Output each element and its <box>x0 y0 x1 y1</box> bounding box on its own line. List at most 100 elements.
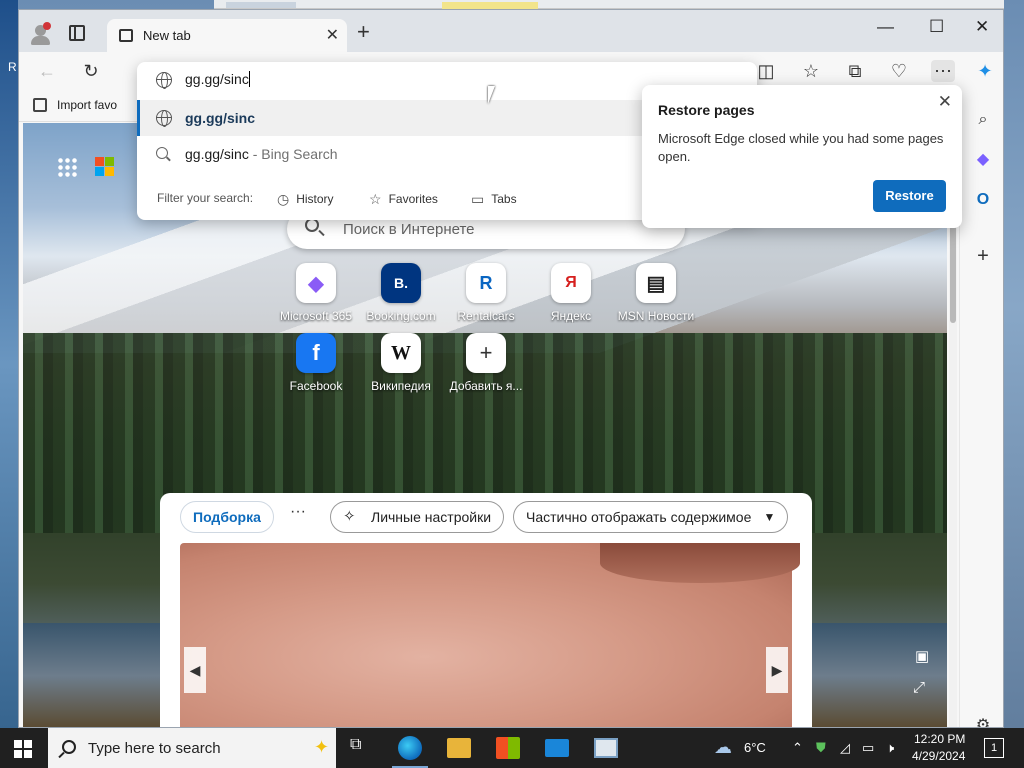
quick-link-yandex[interactable]: Я Яндекс <box>526 263 616 323</box>
restore-pages-popup: Restore pages ✕ Microsoft Edge closed wh… <box>642 85 962 228</box>
display-icon[interactable]: ▭ <box>862 740 874 756</box>
search-icon <box>156 147 168 159</box>
filter-favorites[interactable]: ☆ Favorites <box>369 191 438 208</box>
quick-link-wikipedia[interactable]: W Википедия <box>356 333 446 393</box>
quick-link-label: Rentalcars <box>457 309 515 323</box>
facebook-icon: f <box>296 333 336 373</box>
edge-sidebar: ⌕ ◆ O + ⚙ <box>959 90 1003 727</box>
refresh-icon[interactable]: ↻ <box>79 60 103 82</box>
minimize-button[interactable]: — <box>877 17 894 37</box>
settings-more-icon[interactable]: ⋯ <box>931 60 955 82</box>
carousel-next-icon[interactable]: ▶ <box>766 647 788 693</box>
quick-link-facebook[interactable]: f Facebook <box>271 333 361 393</box>
quick-link-add[interactable]: + Добавить я... <box>441 333 531 393</box>
sidebar-copilot-icon[interactable]: ◆ <box>973 150 993 170</box>
globe-icon <box>156 72 172 89</box>
security-shield-icon[interactable]: ⛊ <box>816 740 826 756</box>
clock-date[interactable]: 4/29/2024 <box>912 749 965 763</box>
tab-new-tab[interactable]: New tab ✕ <box>107 19 347 52</box>
tab-close-icon[interactable]: ✕ <box>326 25 339 45</box>
carousel-prev-icon[interactable]: ◀ <box>184 647 206 693</box>
feed-hero-image[interactable] <box>180 543 800 727</box>
filter-history[interactable]: ◷ History <box>277 191 334 208</box>
profile-avatar-icon[interactable] <box>29 22 53 46</box>
quick-link-booking[interactable]: B. Booking.com <box>356 263 446 323</box>
content-visibility-dropdown[interactable]: Частично отображать содержимое ▼ <box>513 501 789 533</box>
tab-actions-icon[interactable] <box>69 25 85 41</box>
copilot-icon[interactable]: ✦ <box>973 60 997 82</box>
restore-button[interactable]: Restore <box>873 180 946 212</box>
rentalcars-icon: R <box>466 263 506 303</box>
search-icon <box>305 218 319 232</box>
new-tab-page-icon <box>119 29 133 42</box>
expand-icon[interactable]: ⤢ <box>913 679 925 696</box>
search-highlight-icon: ✦ <box>314 737 330 757</box>
tab-title: New tab <box>143 28 191 43</box>
file-explorer-icon[interactable] <box>447 738 471 758</box>
suggestion-text: gg.gg/sinc <box>185 110 255 126</box>
tabs-icon: ▭ <box>471 191 485 207</box>
quick-link-rentalcars[interactable]: R Rentalcars <box>441 263 531 323</box>
close-icon[interactable]: ✕ <box>938 92 952 112</box>
browser-essentials-icon[interactable]: ♡ <box>887 60 911 82</box>
address-input[interactable]: gg.gg/sinc <box>185 71 250 87</box>
background-window-edge <box>214 0 1004 9</box>
sidebar-search-icon[interactable]: ⌕ <box>973 110 993 130</box>
sidebar-outlook-icon[interactable]: O <box>973 190 993 210</box>
restore-message: Microsoft Edge closed while you had some… <box>658 131 944 164</box>
content-visibility-label: Частично отображать содержимое <box>526 509 752 525</box>
quick-link-label: MSN Новости <box>617 309 695 323</box>
desktop-label: R <box>8 60 17 74</box>
sidebar-add-icon[interactable]: + <box>973 246 993 266</box>
globe-icon <box>156 110 172 127</box>
chevron-up-icon[interactable]: ⌃ <box>792 740 803 756</box>
restore-title: Restore pages <box>658 102 755 118</box>
add-icon: + <box>466 333 506 373</box>
import-favorites-link[interactable]: Import favo <box>57 98 117 112</box>
taskbar-search[interactable]: Type here to search ✦ <box>48 728 336 768</box>
personalize-label: Личные настройки <box>371 509 492 525</box>
sidebar-settings-icon[interactable]: ⚙ <box>973 716 993 727</box>
quick-link-label: Microsoft 365 <box>279 309 353 323</box>
quick-link-microsoft-365[interactable]: ◆ Microsoft 365 <box>271 263 361 323</box>
mail-icon[interactable] <box>545 739 569 757</box>
windows-start-icon[interactable] <box>14 740 32 758</box>
suggestion-text: gg.gg/sinc - Bing Search <box>185 146 338 162</box>
quick-link-msn-news[interactable]: ▤ MSN Новости <box>611 263 701 323</box>
feed-more-icon[interactable]: ··· <box>290 503 306 521</box>
new-tab-button[interactable]: + <box>357 21 370 43</box>
quick-link-label: Википедия <box>371 379 431 393</box>
import-icon <box>33 98 47 112</box>
favorites-star-icon[interactable]: ☆ <box>799 60 823 82</box>
taskbar-search-placeholder: Type here to search <box>88 740 221 757</box>
content-feed: Подборка ··· ✧ Личные настройки Частично… <box>160 493 812 727</box>
microsoft-logo-icon[interactable] <box>95 157 115 177</box>
close-button[interactable]: ✕ <box>975 17 989 37</box>
weather-cloud-icon[interactable]: ☁ <box>714 737 732 758</box>
app-window-icon[interactable] <box>594 738 618 758</box>
personalize-button[interactable]: ✧ Личные настройки <box>330 501 505 533</box>
web-search-placeholder: Поиск в Интернете <box>343 221 475 238</box>
filter-label: Filter your search: <box>157 191 254 205</box>
taskbar: Type here to search ✦ ⧉ ☁ 6°C ⌃ ⛊ ◿ ▭ 🕨 … <box>0 728 1024 768</box>
task-view-icon[interactable]: ⧉ <box>350 736 374 760</box>
desktop-left-strip: R <box>0 0 18 728</box>
edge-taskbar-icon[interactable] <box>392 736 428 768</box>
back-arrow-icon[interactable]: ← <box>35 60 59 82</box>
maximize-button[interactable]: ☐ <box>929 17 944 37</box>
collections-icon[interactable]: ⧉ <box>843 60 867 82</box>
background-image-icon[interactable]: ▣ <box>915 647 929 665</box>
quick-link-label: Booking.com <box>366 309 436 323</box>
split-screen-icon[interactable]: ◫ <box>754 60 778 82</box>
clock-time[interactable]: 12:20 PM <box>914 732 965 746</box>
app-launcher-icon[interactable] <box>57 157 77 177</box>
wikipedia-icon: W <box>381 333 421 373</box>
notifications-icon[interactable]: 1 <box>984 738 1004 758</box>
weather-temp[interactable]: 6°C <box>744 740 766 755</box>
filter-tabs[interactable]: ▭ Tabs <box>471 191 517 208</box>
network-icon[interactable]: ◿ <box>840 740 850 756</box>
microsoft-store-icon[interactable] <box>496 737 520 759</box>
volume-muted-icon[interactable]: 🕨 <box>886 740 894 756</box>
tab-picks[interactable]: Подборка <box>180 501 274 533</box>
mouse-cursor-icon <box>488 86 502 104</box>
